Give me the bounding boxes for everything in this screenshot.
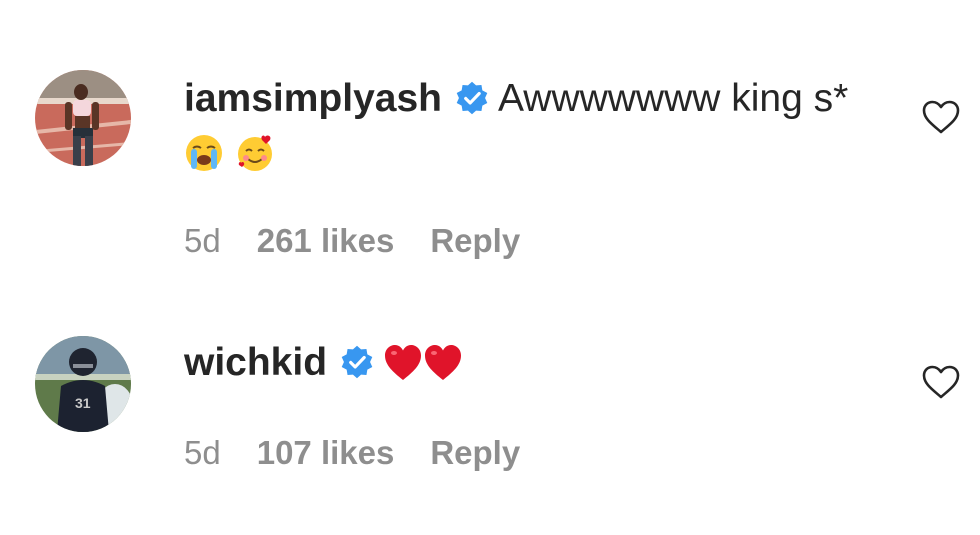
comment-username[interactable]: iamsimplyash [184,77,442,120]
avatar-photo: 31 [35,336,131,432]
loudly-crying-face-icon [186,135,222,171]
reply-button[interactable]: Reply [430,434,520,471]
comment-age[interactable]: 5d [184,434,221,471]
reply-button[interactable]: Reply [430,222,520,259]
verified-badge-icon [456,81,488,115]
like-heart-icon[interactable] [921,99,961,135]
comment-likes[interactable]: 261 likes [257,222,395,259]
red-heart-icon [425,345,462,380]
svg-text:31: 31 [75,395,91,411]
smiling-face-with-hearts-icon [237,135,272,171]
comment-body: wichkid [184,336,884,390]
comment-meta: 5d 107 likes Reply [184,434,556,472]
comment-item: 31 wichkid 5d 107 likes Reply [0,300,980,535]
comment-age[interactable]: 5d [184,222,221,259]
comment-meta: 5d 261 likes Reply [184,222,556,260]
like-heart-icon[interactable] [921,364,961,400]
avatar-photo [35,70,131,166]
comment-text: Awwwwwww king s* [497,77,849,120]
avatar[interactable]: 31 [35,336,131,432]
avatar[interactable] [35,70,131,166]
comment-likes[interactable]: 107 likes [257,434,395,471]
red-heart-icon [385,345,422,380]
comment-item: iamsimplyash Awwwwwww king s* 5d 261 like… [0,0,980,300]
verified-badge-icon [341,345,373,379]
comment-body: iamsimplyash Awwwwwww king s* [184,72,884,180]
comment-username[interactable]: wichkid [184,341,327,384]
